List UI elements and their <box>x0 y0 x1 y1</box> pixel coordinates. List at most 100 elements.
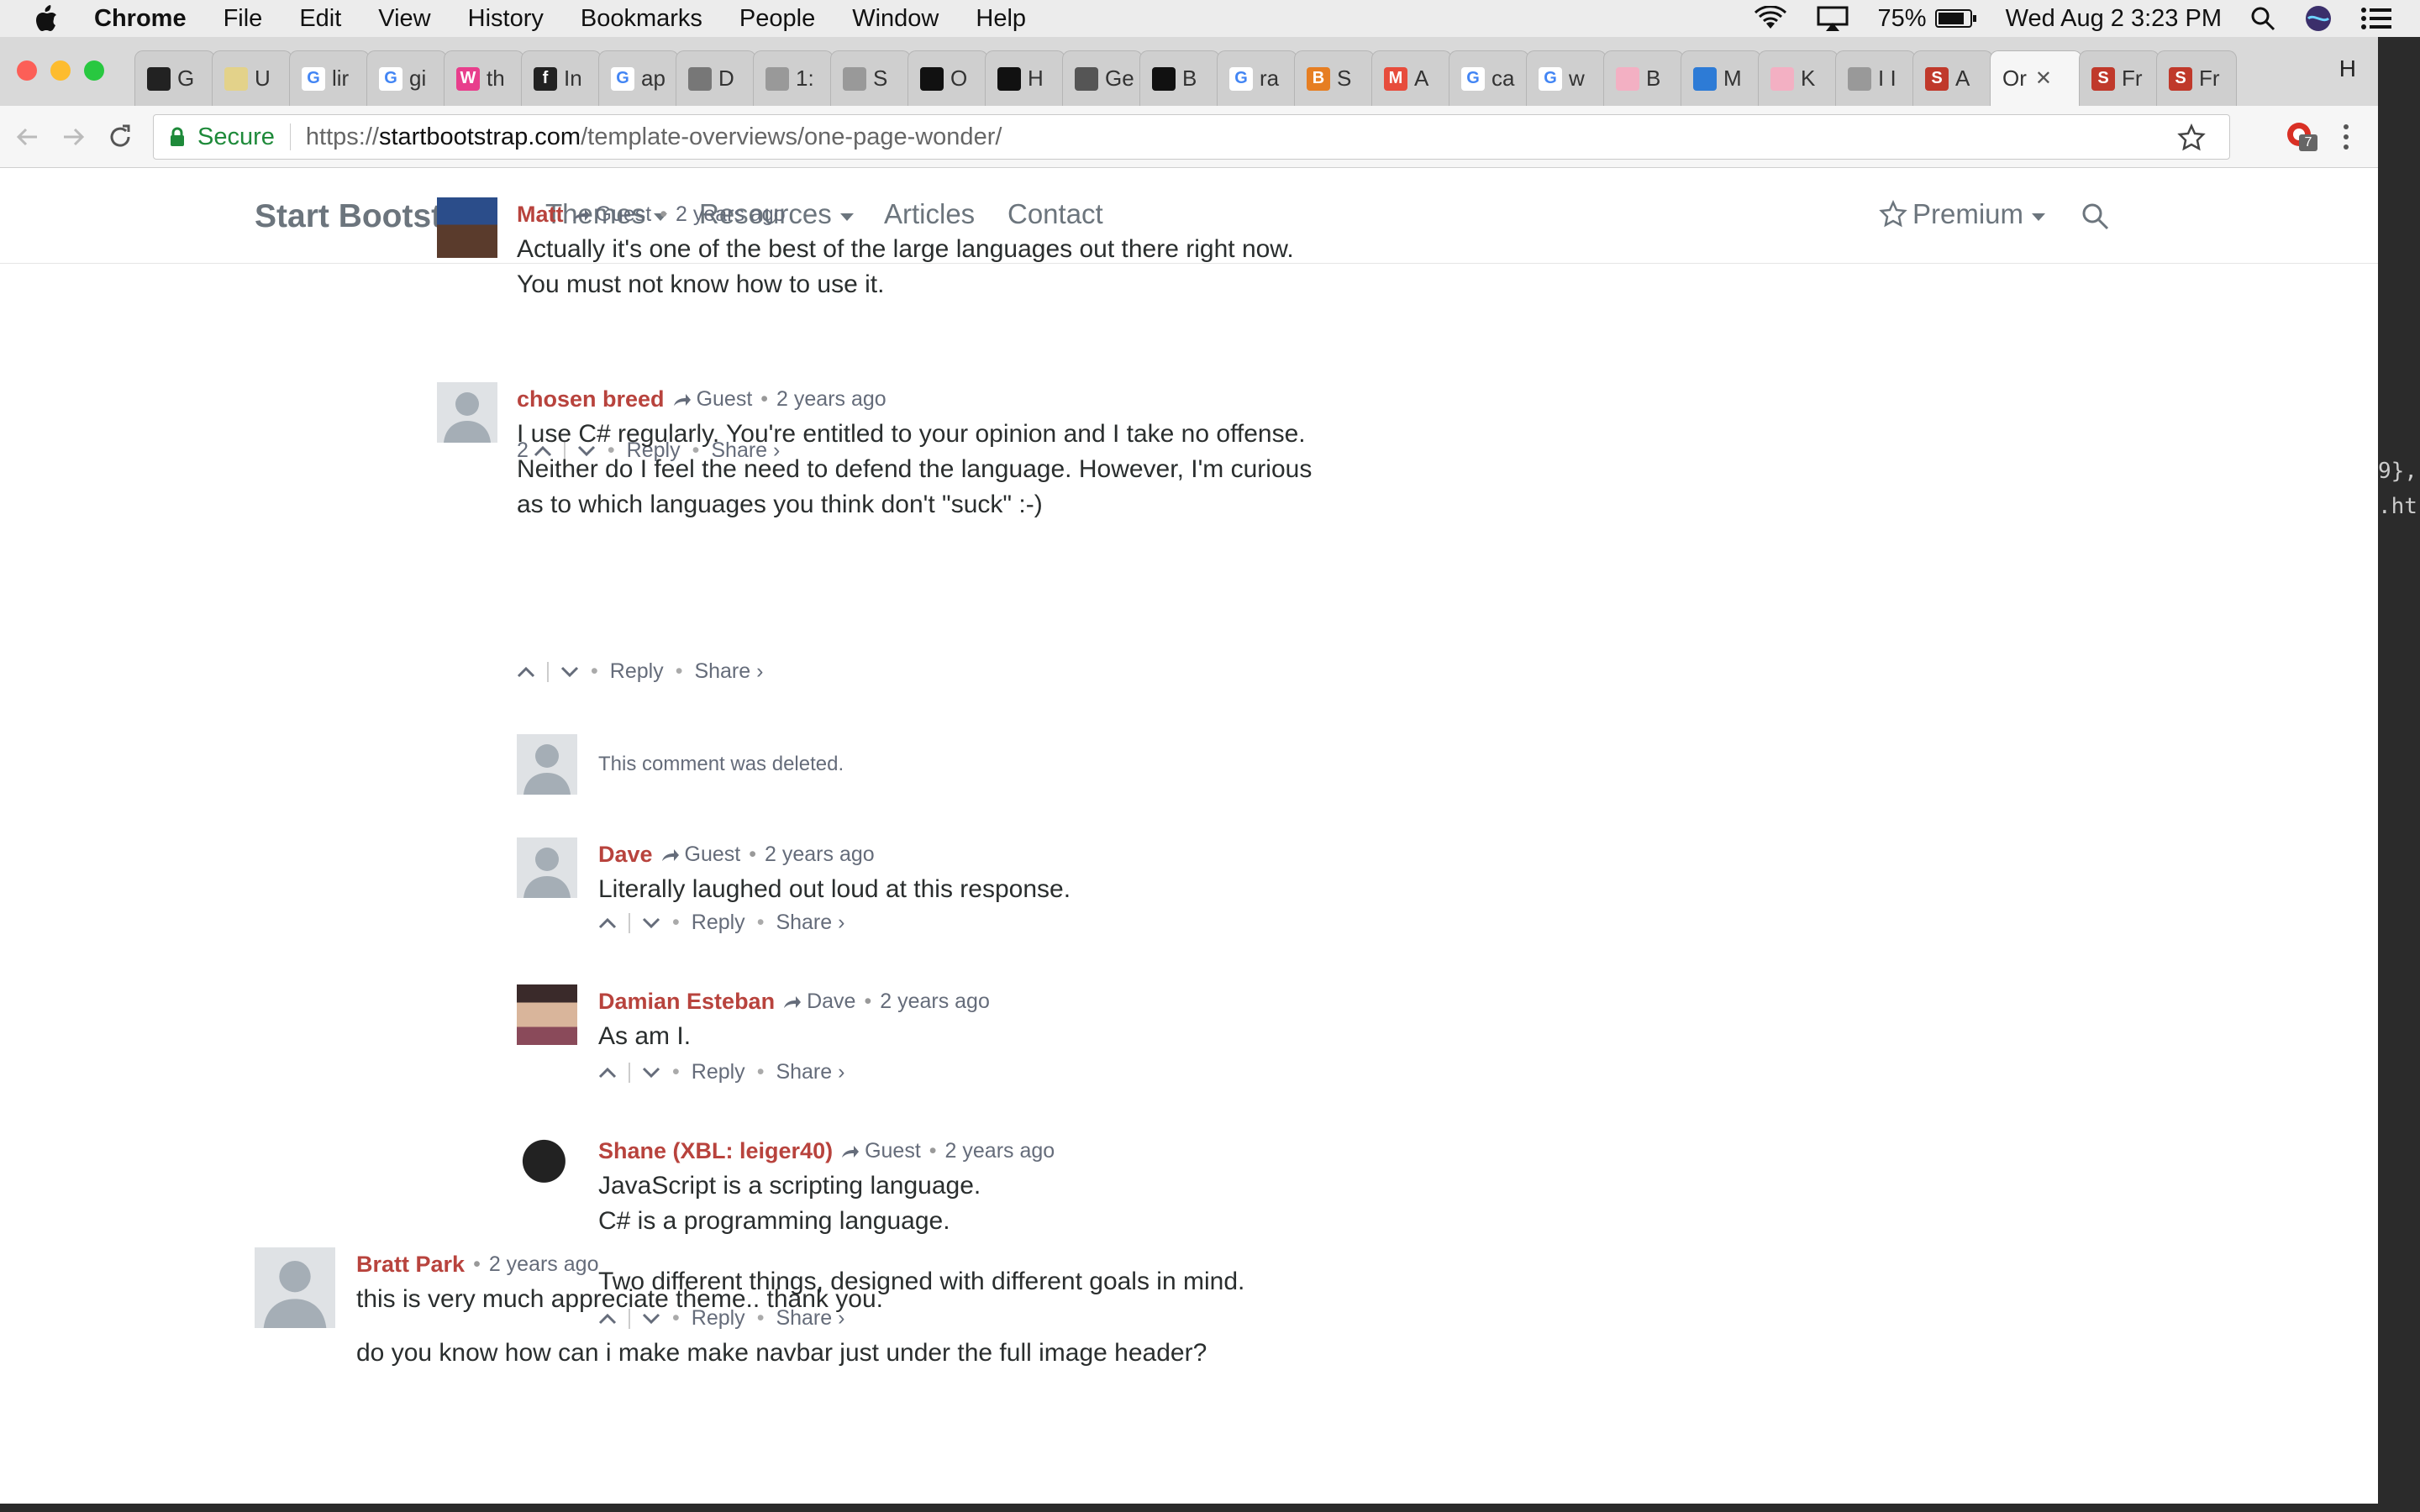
siri-icon[interactable] <box>2304 4 2333 33</box>
comment-author[interactable]: chosen breed <box>517 386 665 412</box>
apple-logo-icon[interactable] <box>34 4 59 33</box>
browser-tab[interactable]: Glir <box>289 50 370 106</box>
spotlight-search-icon[interactable] <box>2250 6 2275 31</box>
browser-tab[interactable]: 1: <box>753 50 834 106</box>
browser-tab[interactable]: Or ✕ <box>1990 50 2082 106</box>
close-tab-icon[interactable]: ✕ <box>2035 66 2052 91</box>
avatar[interactable] <box>437 382 497 443</box>
browser-tab[interactable]: SA <box>1912 50 1993 106</box>
bookmark-star-icon[interactable] <box>2177 123 2206 152</box>
browser-tab[interactable]: H <box>985 50 1065 106</box>
browser-tab[interactable]: I I <box>1835 50 1916 106</box>
airplay-icon[interactable] <box>1816 5 1849 32</box>
menu-history[interactable]: History <box>468 5 544 33</box>
comment-time[interactable]: 2 years ago <box>945 1139 1055 1163</box>
browser-tab[interactable]: U <box>212 50 292 106</box>
avatar[interactable] <box>517 837 577 898</box>
clock[interactable]: Wed Aug 2 3:23 PM <box>2006 5 2222 33</box>
menu-file[interactable]: File <box>224 5 263 33</box>
browser-tab[interactable]: O <box>908 50 988 106</box>
menu-view[interactable]: View <box>378 5 430 33</box>
reply-to-user[interactable]: Dave <box>807 990 855 1014</box>
tab-title: A <box>1955 66 1970 91</box>
browser-tab[interactable]: Ge <box>1062 50 1143 106</box>
downvote-icon[interactable] <box>642 917 660 929</box>
avatar[interactable] <box>517 984 577 1045</box>
browser-tab[interactable]: Gap <box>598 50 679 106</box>
upvote-icon[interactable] <box>598 917 617 929</box>
menu-edit[interactable]: Edit <box>299 5 341 33</box>
comment-author[interactable]: Bratt Park <box>356 1252 465 1278</box>
downvote-icon[interactable] <box>560 666 579 678</box>
notification-center-icon[interactable] <box>2361 7 2391 30</box>
reload-icon[interactable] <box>104 121 136 153</box>
browser-tab[interactable]: S Fr <box>2156 50 2237 106</box>
reply-button[interactable]: Reply <box>692 1060 745 1084</box>
back-icon[interactable] <box>12 121 44 153</box>
comment-time[interactable]: 2 years ago <box>776 387 886 412</box>
comment-time[interactable]: 2 years ago <box>676 202 786 227</box>
avatar[interactable] <box>517 734 577 795</box>
browser-tab[interactable]: B <box>1603 50 1684 106</box>
wifi-icon[interactable] <box>1754 6 1787 31</box>
avatar[interactable] <box>255 1247 335 1328</box>
browser-tab[interactable]: Gra <box>1217 50 1297 106</box>
comment-time[interactable]: 2 years ago <box>765 843 875 867</box>
reply-button[interactable]: Reply <box>692 911 745 935</box>
nav-premium[interactable]: Premium <box>1879 198 2046 230</box>
tab-title: U <box>255 66 271 91</box>
minimize-window-button[interactable] <box>50 60 71 81</box>
share-button[interactable]: Share › <box>776 911 844 935</box>
reply-to-user[interactable]: Guest <box>596 202 652 227</box>
upvote-icon[interactable] <box>598 1067 617 1079</box>
browser-tab[interactable]: Wth <box>444 50 524 106</box>
reply-to-user[interactable]: Guest <box>697 387 753 412</box>
profile-button[interactable]: H <box>2339 55 2356 82</box>
upvote-icon[interactable] <box>517 666 535 678</box>
address-bar[interactable]: Secure https:// startbootstrap.com /temp… <box>153 114 2230 160</box>
vote-divider <box>629 912 630 933</box>
browser-tab[interactable]: BS <box>1294 50 1375 106</box>
browser-tab[interactable]: f In <box>521 50 602 106</box>
browser-tab[interactable]: Gca <box>1449 50 1529 106</box>
browser-tab[interactable]: Gw <box>1526 50 1607 106</box>
battery-icon[interactable] <box>1934 8 1977 29</box>
comment-time[interactable]: 2 years ago <box>489 1252 599 1277</box>
extension-button[interactable]: 7 <box>2286 121 2317 151</box>
browser-tab[interactable]: B <box>1139 50 1220 106</box>
reply-to-user[interactable]: Guest <box>865 1139 921 1163</box>
reply-to-user[interactable]: Guest <box>685 843 741 867</box>
share-button[interactable]: Share › <box>694 659 763 684</box>
browser-tab[interactable]: S <box>830 50 911 106</box>
browser-tab[interactable]: S Fr <box>2079 50 2160 106</box>
comment-author[interactable]: Matt <box>517 202 564 228</box>
menu-people[interactable]: People <box>739 5 815 33</box>
comment-author[interactable]: Dave <box>598 842 653 868</box>
nav-contact[interactable]: Contact <box>1007 198 1103 230</box>
comment-time[interactable]: 2 years ago <box>880 990 990 1014</box>
reply-button[interactable]: Reply <box>610 659 664 684</box>
browser-tab[interactable]: M <box>1681 50 1761 106</box>
chrome-menu-icon[interactable] <box>2339 123 2353 151</box>
browser-tab[interactable]: Ggi <box>366 50 447 106</box>
menu-window[interactable]: Window <box>852 5 939 33</box>
share-button[interactable]: Share › <box>776 1060 844 1084</box>
browser-tab[interactable]: MA <box>1371 50 1452 106</box>
zoom-window-button[interactable] <box>84 60 104 81</box>
site-search-icon[interactable] <box>2081 202 2109 230</box>
menu-help[interactable]: Help <box>976 5 1026 33</box>
forward-icon[interactable] <box>57 121 89 153</box>
close-window-button[interactable] <box>17 60 37 81</box>
comment-author[interactable]: Shane (XBL: leiger40) <box>598 1138 833 1164</box>
avatar[interactable] <box>437 197 497 258</box>
browser-tab[interactable]: G <box>134 50 215 106</box>
comment-author[interactable]: Damian Esteban <box>598 989 775 1015</box>
nav-articles[interactable]: Articles <box>884 198 975 230</box>
menu-bookmarks[interactable]: Bookmarks <box>581 5 702 33</box>
browser-tab[interactable]: K <box>1758 50 1839 106</box>
downvote-icon[interactable] <box>642 1067 660 1079</box>
comment-actions: • Reply • Share › <box>598 1060 844 1084</box>
avatar[interactable] <box>517 1134 577 1194</box>
browser-tab[interactable]: D <box>676 50 756 106</box>
menu-chrome[interactable]: Chrome <box>94 5 187 33</box>
